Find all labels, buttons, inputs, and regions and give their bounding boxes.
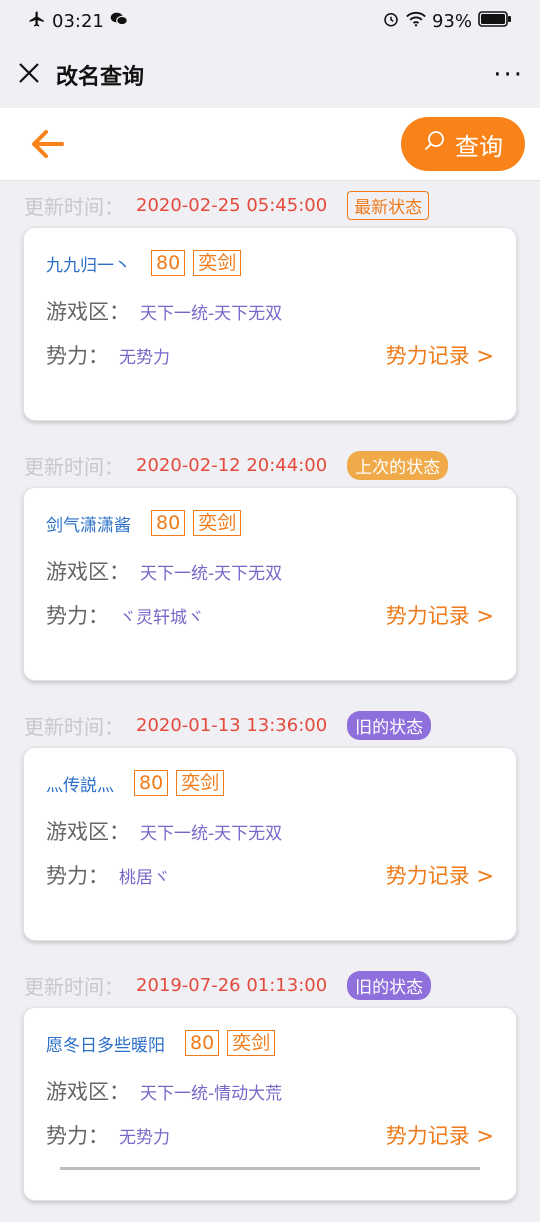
update-time: 2020-01-13 13:36:00 — [136, 714, 328, 736]
status-left: 03:21 — [28, 10, 128, 33]
update-time-label: 更新时间： — [24, 194, 124, 219]
force-value: 无势力 — [119, 1127, 170, 1148]
search-icon — [423, 129, 447, 159]
zone-row: 游戏区： 天下一统-天下无双 — [46, 556, 282, 586]
force-label: 势力： — [46, 604, 109, 628]
status-bar: 03:21 93% — [0, 0, 540, 42]
sect-badge: 奕剑 — [176, 770, 225, 796]
nav-bar: 改名查询 ··· — [0, 42, 540, 108]
page-title: 改名查询 — [56, 65, 145, 90]
record-card[interactable]: 愿冬日多些暖阳 80 奕剑 游戏区： 天下一统-情动大荒 势力： 无势力 势力记… — [23, 1007, 517, 1201]
record-list: 更新时间： 2020-02-25 05:45:00 最新状态 九九归一丶 80 … — [0, 182, 540, 1222]
close-icon — [18, 62, 40, 88]
zone-row: 游戏区： 天下一统-天下无双 — [46, 296, 282, 326]
close-button[interactable] — [16, 62, 42, 88]
force-label: 势力： — [46, 1124, 109, 1148]
status-badge: 旧的状态 — [347, 970, 432, 1000]
update-time-label: 更新时间： — [24, 714, 124, 739]
sect-badge: 奕剑 — [193, 510, 242, 536]
force-record-link[interactable]: 势力记录 > — [386, 340, 494, 370]
character-name: 愿冬日多些暖阳 — [46, 1035, 165, 1056]
search-button[interactable]: 查询 — [401, 117, 525, 171]
toolbar: 查询 — [0, 108, 540, 181]
sect-badge: 奕剑 — [193, 250, 242, 276]
zone-label: 游戏区： — [46, 820, 130, 844]
character-row: 九九归一丶 80 奕剑 — [46, 250, 242, 276]
force-label: 势力： — [46, 864, 109, 888]
force-record-link[interactable]: 势力记录 > — [386, 860, 494, 890]
record-card[interactable]: 剑气潇潇酱 80 奕剑 游戏区： 天下一统-天下无双 势力： ヾ灵轩城ヾ 势力记… — [23, 487, 517, 681]
force-row: 势力： 无势力 — [46, 340, 170, 370]
record-header: 更新时间： 2020-02-12 20:44:00 上次的状态 — [24, 450, 449, 480]
record-card[interactable]: 九九归一丶 80 奕剑 游戏区： 天下一统-天下无双 势力： 无势力 势力记录 … — [23, 227, 517, 421]
back-arrow-icon — [28, 130, 68, 166]
sect-badge: 奕剑 — [227, 1030, 276, 1056]
record-header: 更新时间： 2019-07-26 01:13:00 旧的状态 — [24, 970, 432, 1000]
force-value: 桃居ヾ — [119, 867, 170, 888]
record-item: 更新时间： 2019-07-26 01:13:00 旧的状态 愿冬日多些暖阳 8… — [0, 962, 540, 1222]
battery-icon — [478, 10, 512, 32]
search-label: 查询 — [455, 132, 503, 161]
update-time-label: 更新时间： — [24, 974, 124, 999]
character-name: 剑气潇潇酱 — [46, 515, 131, 536]
zone-row: 游戏区： 天下一统-情动大荒 — [46, 1076, 282, 1106]
record-item: 更新时间： 2020-01-13 13:36:00 旧的状态 灬传説灬 80 奕… — [0, 702, 540, 962]
alarm-icon — [382, 10, 400, 33]
zone-label: 游戏区： — [46, 560, 130, 584]
status-badge: 旧的状态 — [347, 710, 432, 740]
zone-value: 天下一统-天下无双 — [140, 563, 283, 584]
level-badge: 80 — [134, 770, 169, 796]
record-item: 更新时间： 2020-02-12 20:44:00 上次的状态 剑气潇潇酱 80… — [0, 442, 540, 702]
zone-label: 游戏区： — [46, 300, 130, 324]
status-badge: 上次的状态 — [347, 450, 449, 480]
force-record-link[interactable]: 势力记录 > — [386, 1120, 494, 1150]
update-time: 2020-02-12 20:44:00 — [136, 454, 328, 476]
character-row: 剑气潇潇酱 80 奕剑 — [46, 510, 242, 536]
update-time-label: 更新时间： — [24, 454, 124, 479]
battery-percent: 93% — [431, 10, 472, 32]
back-button[interactable] — [28, 126, 68, 162]
zone-label: 游戏区： — [46, 1080, 130, 1104]
more-button[interactable]: ··· — [493, 60, 524, 90]
record-header: 更新时间： 2020-01-13 13:36:00 旧的状态 — [24, 710, 432, 740]
force-row: 势力： ヾ灵轩城ヾ — [46, 600, 204, 630]
force-record-link[interactable]: 势力记录 > — [386, 600, 494, 630]
update-time: 2020-02-25 05:45:00 — [136, 194, 328, 216]
status-badge: 最新状态 — [347, 190, 430, 220]
level-badge: 80 — [151, 510, 186, 536]
record-card[interactable]: 灬传説灬 80 奕剑 游戏区： 天下一统-天下无双 势力： 桃居ヾ 势力记录 > — [23, 747, 517, 941]
level-badge: 80 — [151, 250, 186, 276]
character-row: 灬传説灬 80 奕剑 — [46, 770, 225, 796]
level-badge: 80 — [185, 1030, 220, 1056]
update-time: 2019-07-26 01:13:00 — [136, 974, 328, 996]
airplane-icon — [28, 10, 46, 33]
record-item: 更新时间： 2020-02-25 05:45:00 最新状态 九九归一丶 80 … — [0, 182, 540, 442]
status-right: 93% — [382, 10, 512, 33]
status-time: 03:21 — [52, 10, 104, 32]
character-row: 愿冬日多些暖阳 80 奕剑 — [46, 1030, 276, 1056]
zone-value: 天下一统-天下无双 — [140, 823, 283, 844]
zone-value: 天下一统-天下无双 — [140, 303, 283, 324]
record-header: 更新时间： 2020-02-25 05:45:00 最新状态 — [24, 190, 430, 220]
force-row: 势力： 桃居ヾ — [46, 860, 170, 890]
wifi-icon — [406, 11, 426, 32]
force-label: 势力： — [46, 344, 109, 368]
character-name: 九九归一丶 — [46, 255, 131, 276]
force-row: 势力： 无势力 — [46, 1120, 170, 1150]
wechat-icon — [110, 11, 128, 32]
force-value: 无势力 — [119, 347, 170, 368]
force-value: ヾ灵轩城ヾ — [119, 607, 204, 628]
character-name: 灬传説灬 — [46, 775, 114, 796]
zone-row: 游戏区： 天下一统-天下无双 — [46, 816, 282, 846]
zone-value: 天下一统-情动大荒 — [140, 1083, 283, 1104]
